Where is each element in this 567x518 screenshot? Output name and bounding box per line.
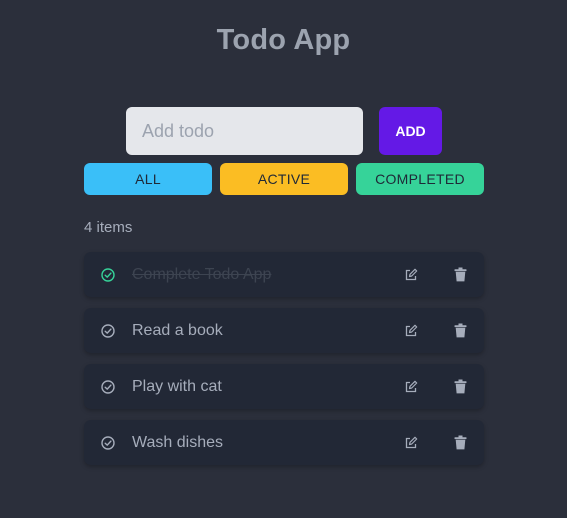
trash-icon[interactable] [454,323,467,338]
todo-text: Play with cat [132,378,222,395]
filter-completed-button[interactable]: COMPLETED [356,163,484,195]
edit-icon[interactable] [404,380,418,394]
add-button[interactable]: ADD [379,107,442,155]
item-count: 4 items [84,219,133,236]
add-todo-input[interactable] [126,107,363,155]
todo-text: Wash dishes [132,434,223,451]
check-circle-icon[interactable] [101,380,115,394]
page-title: Todo App [216,24,351,56]
todo-text: Complete Todo App [132,266,272,283]
todo-item: Play with cat [84,364,484,409]
check-circle-icon[interactable] [101,436,115,450]
edit-icon[interactable] [404,324,418,338]
edit-icon[interactable] [404,436,418,450]
todo-list: Complete Todo App Read a book Play with … [84,252,484,476]
edit-icon[interactable] [404,268,418,282]
check-circle-icon[interactable] [101,324,115,338]
trash-icon[interactable] [454,435,467,450]
trash-icon[interactable] [454,379,467,394]
filter-active-button[interactable]: ACTIVE [220,163,348,195]
todo-item: Wash dishes [84,420,484,465]
todo-text: Read a book [132,322,223,339]
todo-item: Read a book [84,308,484,353]
trash-icon[interactable] [454,267,467,282]
todo-item: Complete Todo App [84,252,484,297]
filter-all-button[interactable]: ALL [84,163,212,195]
check-circle-icon[interactable] [101,268,115,282]
